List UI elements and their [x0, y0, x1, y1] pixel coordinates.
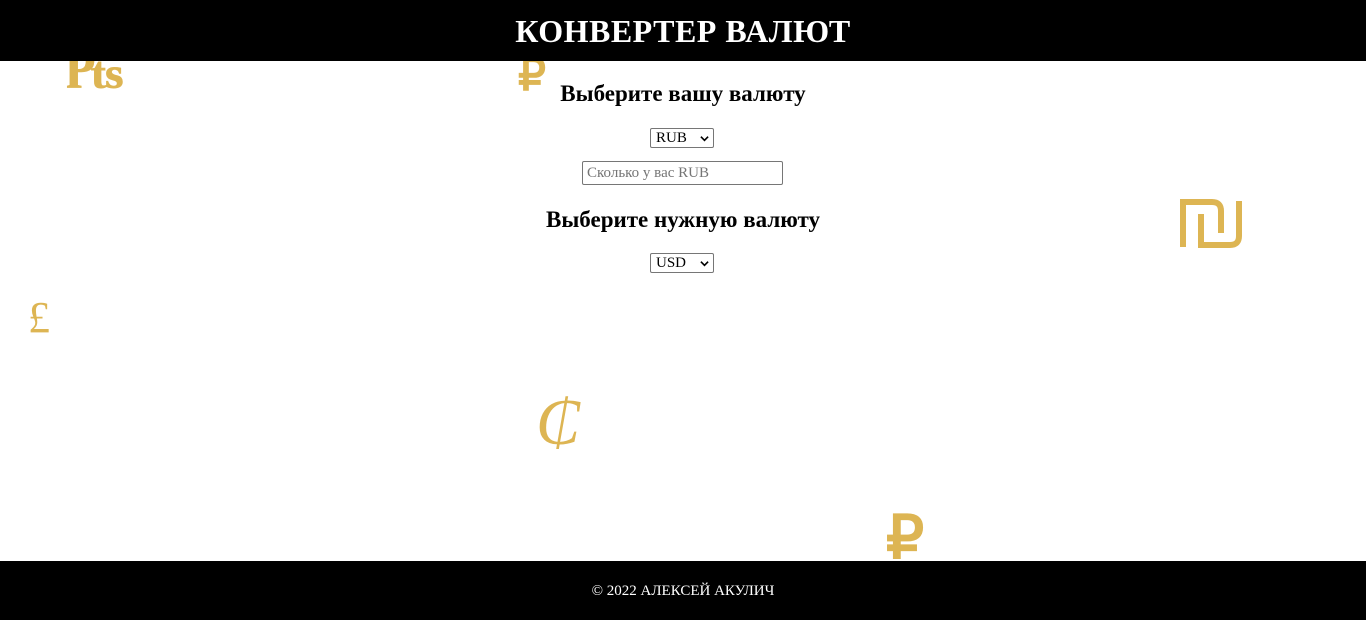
ruble-symbol-decoration-bottom: ₽ [886, 505, 925, 571]
source-currency-select[interactable]: RUB [650, 128, 714, 148]
page-title: КОНВЕРТЕР ВАЛЮТ [515, 13, 851, 49]
source-currency-value: RUB [656, 129, 687, 146]
site-footer: © 2022 АЛЕКСЕЙ АКУЛИЧ [0, 561, 1366, 620]
chevron-down-icon [700, 261, 709, 267]
target-currency-select[interactable]: USD [650, 253, 714, 273]
target-currency-value: USD [656, 254, 687, 271]
site-header: КОНВЕРТЕР ВАЛЮТ [0, 0, 1366, 61]
source-currency-heading: Выберите вашу валюту [560, 81, 806, 106]
page: КОНВЕРТЕР ВАЛЮТ ₧ ₽ £ ₵ ₽ Выберите вашу … [0, 0, 1366, 620]
copyright-text: © 2022 АЛЕКСЕЙ АКУЛИЧ [591, 583, 775, 599]
amount-input[interactable] [582, 161, 783, 185]
pound-symbol-decoration: £ [28, 293, 50, 342]
cedi-symbol-decoration: ₵ [536, 386, 581, 459]
target-currency-heading: Выберите нужную валюту [545, 207, 820, 232]
chevron-down-icon [700, 136, 709, 142]
